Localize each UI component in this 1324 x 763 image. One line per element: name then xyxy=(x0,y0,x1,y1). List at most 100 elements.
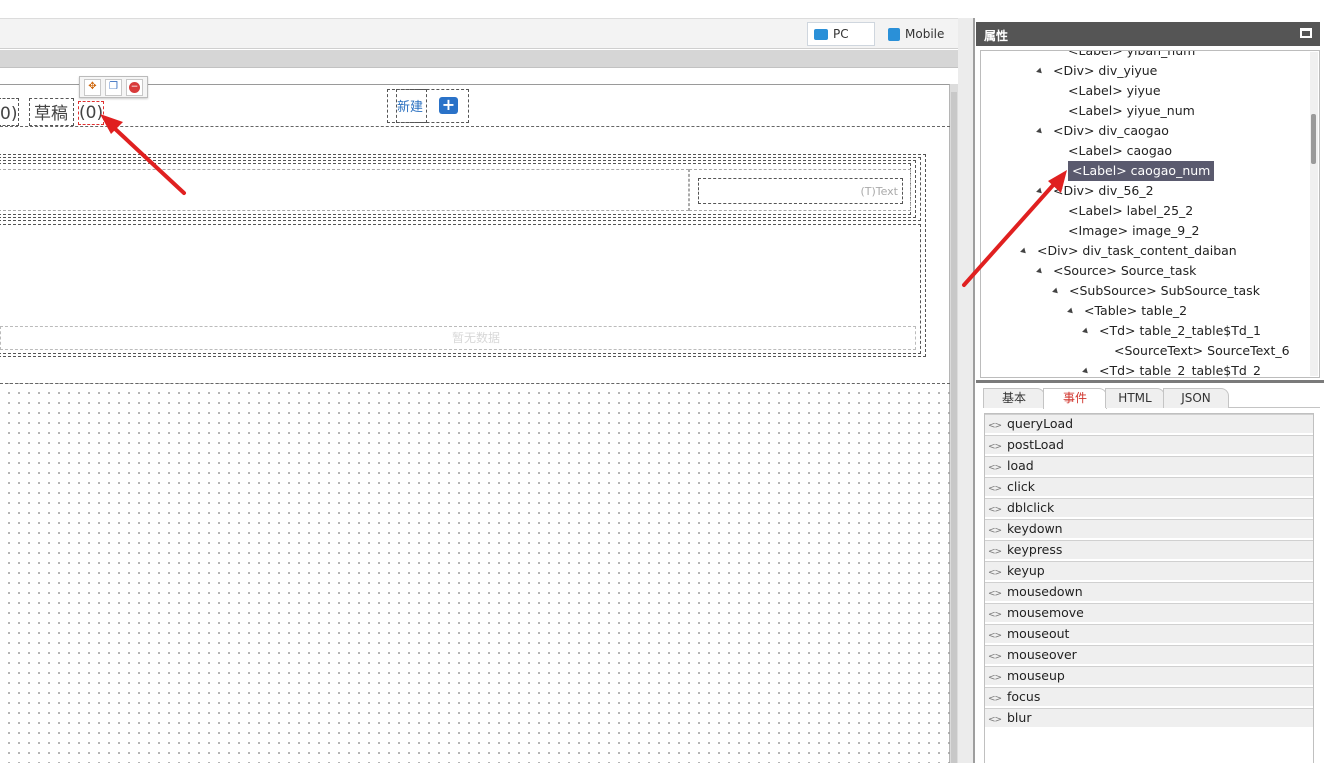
tab-events[interactable]: 事件 xyxy=(1043,388,1107,409)
event-item[interactable]: <> load xyxy=(985,456,1313,476)
event-item[interactable]: <> mouseover xyxy=(985,645,1313,665)
tree-node[interactable]: <Label> caogao xyxy=(1068,141,1172,161)
panel-splitter[interactable] xyxy=(958,18,973,763)
tree-node-label: <Td> table_2_table$Td_1 xyxy=(1099,323,1261,338)
designer-window: PC Mobile 0) 草稿 (0) ✥ ❐ − 新建 + (T)Text 暂… xyxy=(0,0,1324,763)
tree-node-selected[interactable]: <Label> caogao_num xyxy=(1068,161,1215,181)
code-icon: <> xyxy=(988,568,1002,578)
tree-scrollbar[interactable] xyxy=(1310,52,1318,376)
minimize-icon[interactable] xyxy=(1300,28,1312,38)
tree-node-label: <Label> caogao_num xyxy=(1072,163,1211,178)
event-item[interactable]: <> postLoad xyxy=(985,435,1313,455)
no-data-label: 暂无数据 xyxy=(0,326,916,350)
event-item[interactable]: <> keyup xyxy=(985,561,1313,581)
tree-node[interactable]: <Source> Source_task xyxy=(1036,261,1196,281)
code-icon: <> xyxy=(988,610,1002,620)
draft-count-label-selected[interactable]: (0) xyxy=(78,101,104,125)
events-list: <> queryLoad <> postLoad <> load <> click <> dblc… xyxy=(984,413,1314,763)
copy-icon[interactable]: ❐ xyxy=(105,78,122,96)
draft-label[interactable]: 草稿 xyxy=(34,104,68,124)
tab-json[interactable]: JSON xyxy=(1163,388,1229,408)
expand-toggle-icon[interactable] xyxy=(1067,307,1075,316)
tree-node[interactable]: <Div> div_yiyue xyxy=(1036,61,1157,81)
tree-node[interactable]: <SourceText> SourceText_6 xyxy=(1114,341,1290,361)
pc-view-button[interactable]: PC xyxy=(807,22,875,46)
event-item[interactable]: <> focus xyxy=(985,687,1313,707)
tree-node-label: <Label> yiban_num xyxy=(1068,50,1196,58)
tree-node[interactable]: <Div> div_56_2 xyxy=(1036,181,1154,201)
expand-toggle-icon[interactable] xyxy=(1036,187,1044,196)
tree-node-label: <SourceText> SourceText_6 xyxy=(1114,343,1290,358)
panel-separator[interactable] xyxy=(976,380,1324,383)
event-label: click xyxy=(1007,479,1035,494)
event-item[interactable]: <> blur xyxy=(985,708,1313,728)
tree-node-label: <Table> table_2 xyxy=(1084,303,1188,318)
event-label: mouseover xyxy=(1007,647,1077,662)
event-label: keypress xyxy=(1007,542,1063,557)
code-icon: <> xyxy=(988,547,1002,557)
move-icon[interactable]: ✥ xyxy=(84,78,101,96)
tree-node-label: <Label> caogao xyxy=(1068,143,1173,158)
event-item[interactable]: <> queryLoad xyxy=(985,414,1313,434)
expand-toggle-icon[interactable] xyxy=(1036,127,1044,136)
code-icon: <> xyxy=(988,589,1002,599)
tree-scroll-thumb[interactable] xyxy=(1311,114,1316,164)
empty-grid-area[interactable] xyxy=(0,383,950,763)
component-tree[interactable]: <Label> yiban_num <Div> div_yiyue <Label> … xyxy=(980,50,1320,378)
splitter-line xyxy=(973,18,975,763)
tree-node[interactable]: <SubSource> SubSource_task xyxy=(1052,281,1260,301)
monitor-icon xyxy=(814,28,828,40)
event-item[interactable]: <> click xyxy=(985,477,1313,497)
tree-node-label: <Label> label_25_2 xyxy=(1068,203,1194,218)
table-cell-1[interactable] xyxy=(0,169,689,211)
expand-toggle-icon[interactable] xyxy=(1020,247,1028,256)
panel-title: 属性 xyxy=(984,29,1009,43)
code-icon: <> xyxy=(988,694,1002,704)
canvas-scrollbar[interactable] xyxy=(950,84,958,763)
event-label: mousedown xyxy=(1007,584,1083,599)
tree-node[interactable]: <Td> table_2_table$Td_1 xyxy=(1082,321,1261,341)
pc-label: PC xyxy=(833,27,849,41)
event-label: queryLoad xyxy=(1007,416,1074,431)
tree-node-label: <SubSource> SubSource_task xyxy=(1069,283,1260,298)
expand-toggle-icon[interactable] xyxy=(1036,67,1044,76)
event-label: load xyxy=(1007,458,1034,473)
code-icon: <> xyxy=(988,421,1002,431)
tree-node[interactable]: <Div> div_caogao xyxy=(1036,121,1169,141)
tree-node[interactable]: <Div> div_task_content_daiban xyxy=(1020,241,1237,261)
event-item[interactable]: <> mousedown xyxy=(985,582,1313,602)
tree-node-label: <Image> image_9_2 xyxy=(1068,223,1200,238)
tree-node[interactable]: <Label> yiyue xyxy=(1068,81,1161,101)
tree-node[interactable]: <Label> yiyue_num xyxy=(1068,101,1195,121)
event-item[interactable]: <> mouseup xyxy=(985,666,1313,686)
tree-node[interactable]: <Label> yiban_num xyxy=(1068,50,1196,61)
tree-node-label: <Div> div_56_2 xyxy=(1053,183,1154,198)
event-item[interactable]: <> keypress xyxy=(985,540,1313,560)
tree-node-label: <Div> div_task_content_daiban xyxy=(1037,243,1237,258)
expand-toggle-icon[interactable] xyxy=(1052,287,1060,296)
event-item[interactable]: <> mouseout xyxy=(985,624,1313,644)
tab-basic[interactable]: 基本 xyxy=(983,388,1045,408)
property-tabs: 基本 事件 HTML JSON xyxy=(983,388,1320,409)
code-icon: <> xyxy=(988,484,1002,494)
canvas-scroll-thumb[interactable] xyxy=(951,92,957,763)
add-icon[interactable]: + xyxy=(439,97,458,114)
tree-node[interactable]: <Td> table_2_table$Td_2 xyxy=(1082,361,1261,377)
count-label-partial: 0) xyxy=(0,104,18,124)
tree-node[interactable]: <Image> image_9_2 xyxy=(1068,221,1199,241)
event-item[interactable]: <> mousemove xyxy=(985,603,1313,623)
tree-node[interactable]: <Table> table_2 xyxy=(1067,301,1188,321)
expand-toggle-icon[interactable] xyxy=(1036,267,1044,276)
tab-html[interactable]: HTML xyxy=(1105,388,1165,408)
tree-node[interactable]: <Label> label_25_2 xyxy=(1068,201,1193,221)
event-label: mouseup xyxy=(1007,668,1065,683)
code-icon: <> xyxy=(988,463,1002,473)
delete-icon[interactable]: − xyxy=(126,78,143,96)
source-text-field[interactable]: (T)Text xyxy=(698,178,903,204)
event-item[interactable]: <> keydown xyxy=(985,519,1313,539)
event-item[interactable]: <> dblclick xyxy=(985,498,1313,518)
expand-toggle-icon[interactable] xyxy=(1082,367,1090,376)
expand-toggle-icon[interactable] xyxy=(1082,327,1090,336)
new-label[interactable]: 新建 xyxy=(397,96,423,115)
mobile-view-button[interactable]: Mobile xyxy=(882,22,952,46)
